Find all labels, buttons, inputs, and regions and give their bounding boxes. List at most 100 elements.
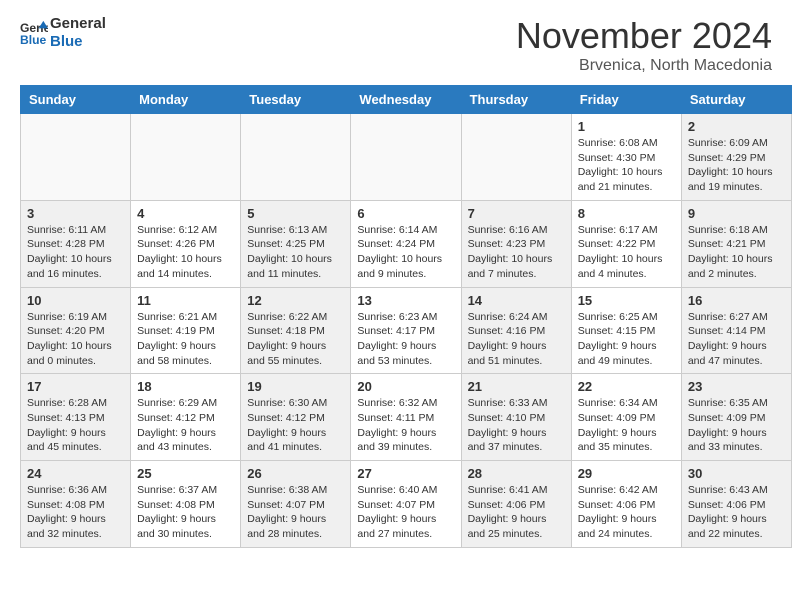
calendar-day-cell: 20 Sunrise: 6:32 AMSunset: 4:11 PMDayligh…: [351, 374, 461, 461]
location-subtitle: Brvenica, North Macedonia: [516, 57, 772, 75]
day-info: Sunrise: 6:32 AMSunset: 4:11 PMDaylight:…: [357, 396, 454, 455]
day-number: 15: [578, 293, 675, 308]
calendar-day-cell: 12 Sunrise: 6:22 AMSunset: 4:18 PMDayligh…: [241, 287, 351, 374]
calendar-day-cell: 11Sunrise: 6:21 AMSunset: 4:19 PMDayligh…: [131, 287, 241, 374]
day-number: 6: [357, 206, 454, 221]
calendar-week-2: 3 Sunrise: 6:11 AMSunset: 4:28 PMDaylight…: [21, 200, 792, 287]
day-header-monday: Monday: [131, 86, 241, 114]
day-number: 18: [137, 379, 234, 394]
day-number: 17: [27, 379, 124, 394]
day-header-wednesday: Wednesday: [351, 86, 461, 114]
day-info: Sunrise: 6:21 AMSunset: 4:19 PMDaylight:…: [137, 310, 234, 369]
day-info: Sunrise: 6:14 AMSunset: 4:24 PMDaylight:…: [357, 223, 454, 282]
calendar-day-cell: 29 Sunrise: 6:42 AMSunset: 4:06 PMDayligh…: [571, 461, 681, 548]
day-number: 16: [688, 293, 785, 308]
calendar-day-cell: [461, 114, 571, 201]
calendar-wrapper: SundayMondayTuesdayWednesdayThursdayFrid…: [0, 85, 792, 558]
calendar-day-cell: 5Sunrise: 6:13 AMSunset: 4:25 PMDaylight…: [241, 200, 351, 287]
day-header-thursday: Thursday: [461, 86, 571, 114]
calendar-day-cell: 19Sunrise: 6:30 AMSunset: 4:12 PMDayligh…: [241, 374, 351, 461]
calendar-day-cell: [131, 114, 241, 201]
calendar-day-cell: 17 Sunrise: 6:28 AMSunset: 4:13 PMDayligh…: [21, 374, 131, 461]
day-info: Sunrise: 6:18 AMSunset: 4:21 PMDaylight:…: [688, 223, 785, 282]
day-info: Sunrise: 6:19 AMSunset: 4:20 PMDaylight:…: [27, 310, 124, 369]
calendar-day-cell: 1 Sunrise: 6:08 AMSunset: 4:30 PMDaylight…: [571, 114, 681, 201]
day-number: 9: [688, 206, 785, 221]
day-number: 3: [27, 206, 124, 221]
day-number: 27: [357, 466, 454, 481]
calendar-day-cell: 27 Sunrise: 6:40 AMSunset: 4:07 PMDayligh…: [351, 461, 461, 548]
day-number: 25: [137, 466, 234, 481]
svg-text:Blue: Blue: [20, 33, 47, 47]
day-info: Sunrise: 6:43 AMSunset: 4:06 PMDaylight:…: [688, 483, 785, 542]
calendar-week-3: 10Sunrise: 6:19 AMSunset: 4:20 PMDayligh…: [21, 287, 792, 374]
day-info: Sunrise: 6:34 AMSunset: 4:09 PMDaylight:…: [578, 396, 675, 455]
day-info: Sunrise: 6:28 AMSunset: 4:13 PMDaylight:…: [27, 396, 124, 455]
day-info: Sunrise: 6:29 AMSunset: 4:12 PMDaylight:…: [137, 396, 234, 455]
day-info: Sunrise: 6:40 AMSunset: 4:07 PMDaylight:…: [357, 483, 454, 542]
calendar-day-cell: 22 Sunrise: 6:34 AMSunset: 4:09 PMDayligh…: [571, 374, 681, 461]
day-info: Sunrise: 6:35 AMSunset: 4:09 PMDaylight:…: [688, 396, 785, 455]
calendar-day-cell: 6 Sunrise: 6:14 AMSunset: 4:24 PMDaylight…: [351, 200, 461, 287]
day-info: Sunrise: 6:08 AMSunset: 4:30 PMDaylight:…: [578, 136, 675, 195]
calendar-day-cell: [21, 114, 131, 201]
day-header-friday: Friday: [571, 86, 681, 114]
logo-icon: General Blue: [20, 19, 48, 47]
calendar-day-cell: 7Sunrise: 6:16 AMSunset: 4:23 PMDaylight…: [461, 200, 571, 287]
day-info: Sunrise: 6:11 AMSunset: 4:28 PMDaylight:…: [27, 223, 124, 282]
day-number: 29: [578, 466, 675, 481]
calendar-day-cell: [241, 114, 351, 201]
day-info: Sunrise: 6:12 AMSunset: 4:26 PMDaylight:…: [137, 223, 234, 282]
month-title: November 2024: [516, 15, 772, 57]
day-header-saturday: Saturday: [681, 86, 791, 114]
calendar-day-cell: 23 Sunrise: 6:35 AMSunset: 4:09 PMDayligh…: [681, 374, 791, 461]
calendar-day-cell: 21Sunrise: 6:33 AMSunset: 4:10 PMDayligh…: [461, 374, 571, 461]
day-info: Sunrise: 6:13 AMSunset: 4:25 PMDaylight:…: [247, 223, 344, 282]
day-number: 14: [468, 293, 565, 308]
day-number: 4: [137, 206, 234, 221]
calendar-day-cell: 9 Sunrise: 6:18 AMSunset: 4:21 PMDaylight…: [681, 200, 791, 287]
day-info: Sunrise: 6:37 AMSunset: 4:08 PMDaylight:…: [137, 483, 234, 542]
calendar-day-cell: 3 Sunrise: 6:11 AMSunset: 4:28 PMDaylight…: [21, 200, 131, 287]
day-number: 22: [578, 379, 675, 394]
day-info: Sunrise: 6:22 AMSunset: 4:18 PMDaylight:…: [247, 310, 344, 369]
day-info: Sunrise: 6:38 AMSunset: 4:07 PMDaylight:…: [247, 483, 344, 542]
day-number: 12: [247, 293, 344, 308]
day-number: 1: [578, 119, 675, 134]
day-info: Sunrise: 6:42 AMSunset: 4:06 PMDaylight:…: [578, 483, 675, 542]
calendar-day-cell: 10Sunrise: 6:19 AMSunset: 4:20 PMDayligh…: [21, 287, 131, 374]
day-number: 23: [688, 379, 785, 394]
calendar-week-4: 17 Sunrise: 6:28 AMSunset: 4:13 PMDayligh…: [21, 374, 792, 461]
calendar-header-row: SundayMondayTuesdayWednesdayThursdayFrid…: [21, 86, 792, 114]
calendar-day-cell: 18 Sunrise: 6:29 AMSunset: 4:12 PMDayligh…: [131, 374, 241, 461]
day-info: Sunrise: 6:33 AMSunset: 4:10 PMDaylight:…: [468, 396, 565, 455]
calendar-day-cell: 4 Sunrise: 6:12 AMSunset: 4:26 PMDaylight…: [131, 200, 241, 287]
day-number: 2: [688, 119, 785, 134]
day-info: Sunrise: 6:36 AMSunset: 4:08 PMDaylight:…: [27, 483, 124, 542]
calendar-day-cell: 15 Sunrise: 6:25 AMSunset: 4:15 PMDayligh…: [571, 287, 681, 374]
calendar-day-cell: 14 Sunrise: 6:24 AMSunset: 4:16 PMDayligh…: [461, 287, 571, 374]
calendar-day-cell: 2Sunrise: 6:09 AMSunset: 4:29 PMDaylight…: [681, 114, 791, 201]
calendar-day-cell: 8Sunrise: 6:17 AMSunset: 4:22 PMDaylight…: [571, 200, 681, 287]
title-area: November 2024 Brvenica, North Macedonia: [516, 15, 772, 75]
calendar-day-cell: 16 Sunrise: 6:27 AMSunset: 4:14 PMDayligh…: [681, 287, 791, 374]
calendar-day-cell: 13Sunrise: 6:23 AMSunset: 4:17 PMDayligh…: [351, 287, 461, 374]
logo: General Blue General Blue: [20, 15, 106, 51]
page-header: General Blue General Blue November 2024 …: [0, 0, 792, 85]
calendar-day-cell: [351, 114, 461, 201]
day-info: Sunrise: 6:25 AMSunset: 4:15 PMDaylight:…: [578, 310, 675, 369]
day-info: Sunrise: 6:17 AMSunset: 4:22 PMDaylight:…: [578, 223, 675, 282]
day-info: Sunrise: 6:27 AMSunset: 4:14 PMDaylight:…: [688, 310, 785, 369]
day-number: 26: [247, 466, 344, 481]
day-header-tuesday: Tuesday: [241, 86, 351, 114]
day-info: Sunrise: 6:24 AMSunset: 4:16 PMDaylight:…: [468, 310, 565, 369]
day-info: Sunrise: 6:41 AMSunset: 4:06 PMDaylight:…: [468, 483, 565, 542]
calendar-day-cell: 25 Sunrise: 6:37 AMSunset: 4:08 PMDayligh…: [131, 461, 241, 548]
calendar-week-1: 1 Sunrise: 6:08 AMSunset: 4:30 PMDaylight…: [21, 114, 792, 201]
calendar-day-cell: 24 Sunrise: 6:36 AMSunset: 4:08 PMDayligh…: [21, 461, 131, 548]
day-info: Sunrise: 6:23 AMSunset: 4:17 PMDaylight:…: [357, 310, 454, 369]
calendar-day-cell: 26 Sunrise: 6:38 AMSunset: 4:07 PMDayligh…: [241, 461, 351, 548]
day-number: 24: [27, 466, 124, 481]
calendar-day-cell: 30Sunrise: 6:43 AMSunset: 4:06 PMDayligh…: [681, 461, 791, 548]
day-number: 20: [357, 379, 454, 394]
